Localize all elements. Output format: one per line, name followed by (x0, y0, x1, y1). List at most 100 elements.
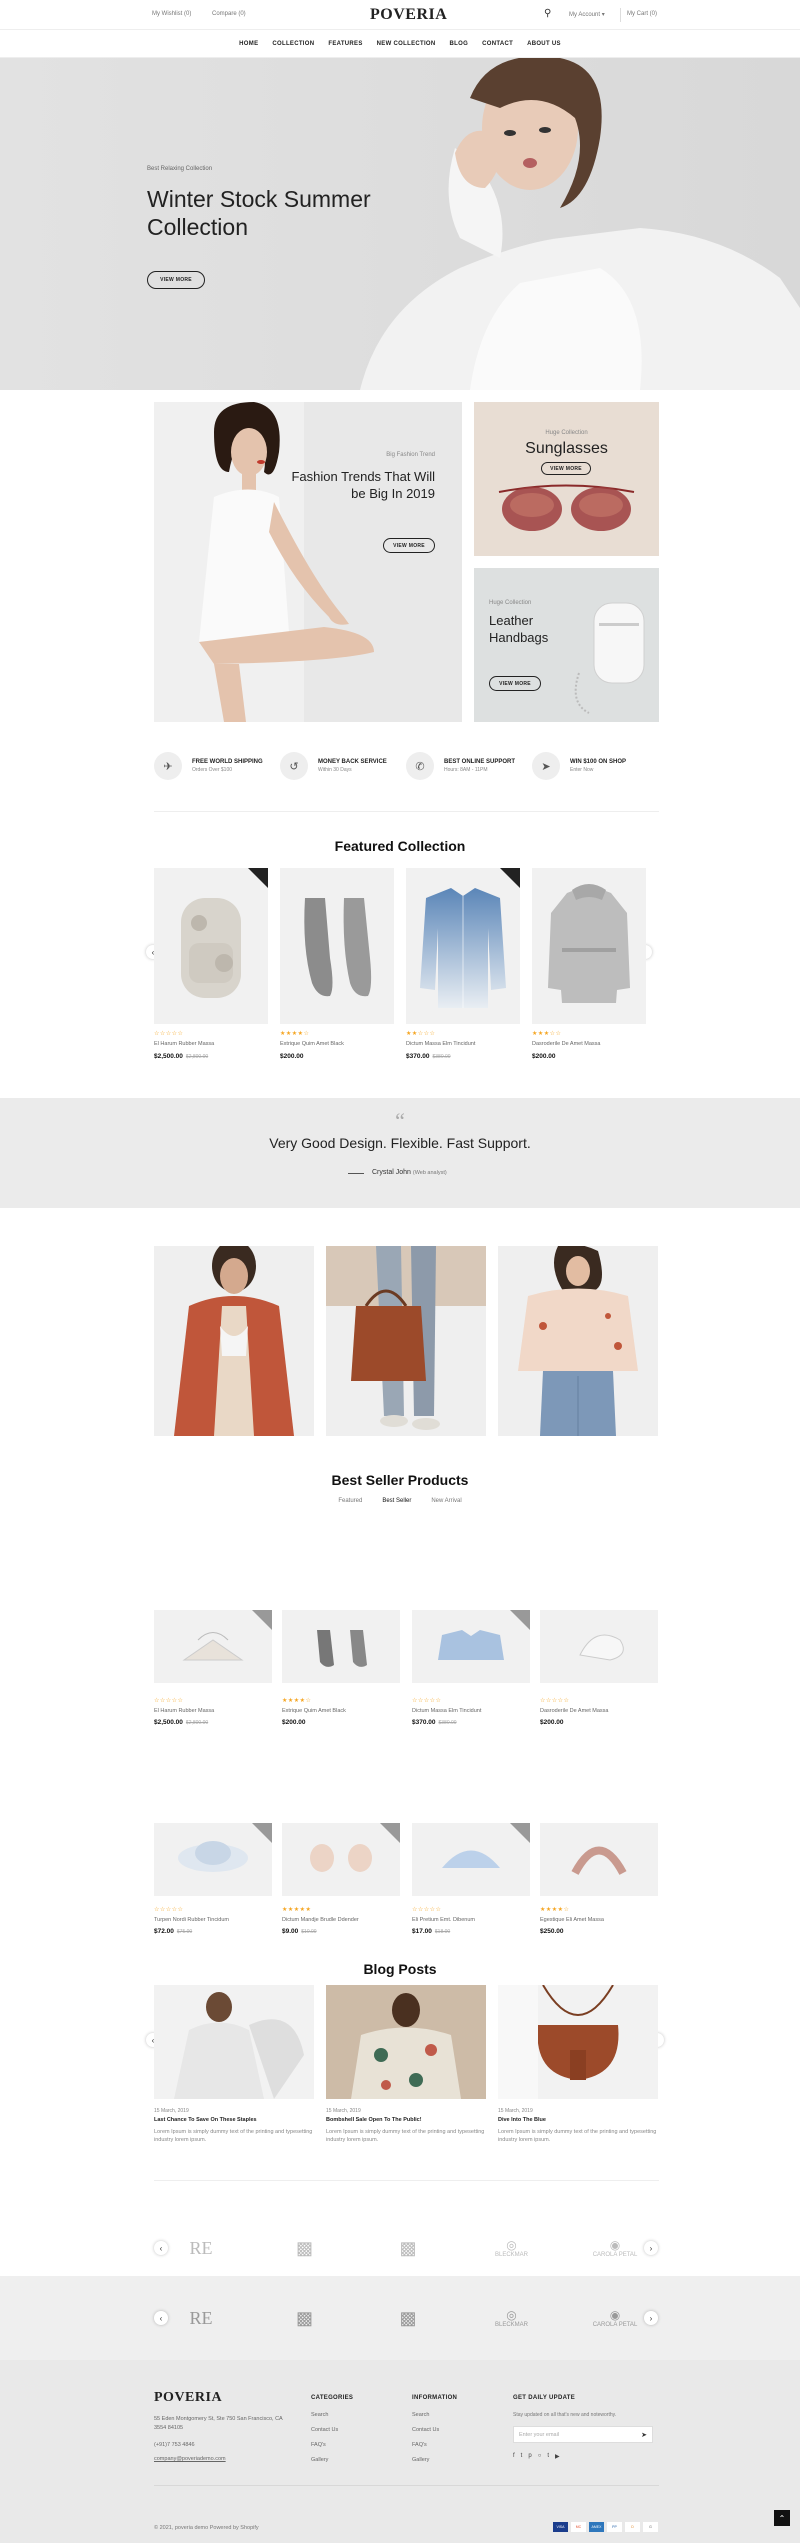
product-name[interactable]: El Harum Rubber Massa (154, 1708, 214, 1714)
blog-image[interactable] (154, 1985, 314, 2099)
brands-prev-arrow[interactable]: ‹ (154, 2241, 168, 2255)
nav-about-us[interactable]: ABOUT US (527, 41, 561, 47)
product-card[interactable] (412, 1610, 530, 1683)
feature-item: ➤ WIN $100 ON SHOP Enter Now (532, 752, 626, 780)
product-name[interactable]: Dictum Massa Elm Tincidunt (412, 1708, 481, 1714)
blog-post-title[interactable]: Dive Into The Blue (498, 2117, 546, 2123)
footer-link[interactable]: Search (311, 2408, 338, 2423)
product-card[interactable] (154, 868, 268, 1024)
product-name[interactable]: Eli Pretium Emt. Dibenum (412, 1917, 475, 1923)
product-name[interactable]: Extrique Quim Amet Black (280, 1041, 344, 1047)
instagram-icon[interactable]: ○ (538, 2453, 542, 2460)
brand-logo[interactable]: ▩ (385, 2228, 431, 2268)
product-name[interactable]: Extrique Quim Amet Black (282, 1708, 346, 1714)
compare-link[interactable]: Compare (0) (212, 11, 246, 17)
product-card[interactable] (412, 1823, 530, 1896)
cart-link[interactable]: My Cart (0) (627, 11, 657, 17)
product-name[interactable]: Turpen Nordi Rubber Tincidum (154, 1917, 229, 1923)
brands-next-arrow[interactable]: › (644, 2241, 658, 2255)
banner-sunglasses-title: Sunglasses (525, 440, 608, 457)
banner-sunglasses-view-more-button[interactable]: VIEW MORE (541, 462, 591, 475)
wishlist-link[interactable]: My Wishlist (0) (152, 11, 191, 17)
lookbook-image[interactable] (154, 1246, 314, 1436)
brand-logo[interactable]: RE (178, 2228, 224, 2268)
banner-fashion-trends[interactable]: Big Fashion Trend Fashion Trends That Wi… (154, 402, 462, 722)
brands-prev-arrow[interactable]: ‹ (154, 2311, 168, 2325)
footer-link[interactable]: Contact Us (311, 2423, 338, 2438)
nav-home[interactable]: HOME (239, 41, 258, 47)
youtube-icon[interactable]: ▶ (555, 2453, 560, 2460)
footer-link[interactable]: Search (412, 2408, 439, 2423)
footer-link[interactable]: Gallery (412, 2453, 439, 2468)
footer-link[interactable]: FAQ's (412, 2438, 439, 2453)
product-card[interactable] (540, 1610, 658, 1683)
blog-post-title[interactable]: Bombshell Sale Open To The Public! (326, 2117, 422, 2123)
footer-link[interactable]: FAQ's (311, 2438, 338, 2453)
lookbook-image[interactable] (326, 1246, 486, 1436)
blog-image[interactable] (326, 1985, 486, 2099)
product-price: $250.00 (540, 1928, 564, 1935)
sale-badge (380, 1823, 400, 1843)
pinterest-icon[interactable]: p (528, 2453, 531, 2460)
product-name[interactable]: Dasroderile De Amet Massa (540, 1708, 608, 1714)
brand-name: BLECKMAR (494, 2252, 528, 2258)
blog-post-title[interactable]: Last Chance To Save On These Staples (154, 2117, 257, 2123)
brand-logo[interactable]: RE (178, 2298, 224, 2338)
product-card[interactable] (154, 1823, 272, 1896)
brands-next-arrow[interactable]: › (644, 2311, 658, 2325)
rating-stars: ★★☆☆☆ (406, 1031, 436, 1037)
tab-featured[interactable]: Featured (338, 1498, 362, 1504)
back-to-top-button[interactable]: ⌃ (774, 2510, 790, 2526)
product-card[interactable] (154, 1610, 272, 1683)
tumblr-icon[interactable]: t (547, 2453, 549, 2460)
nav-contact[interactable]: CONTACT (482, 41, 513, 47)
twitter-icon[interactable]: t (521, 2453, 523, 2460)
tab-new-arrival[interactable]: New Arrival (431, 1498, 461, 1504)
lookbook-image[interactable] (498, 1246, 658, 1436)
brand-logo[interactable]: ◎ BLECKMAR (489, 2228, 535, 2268)
product-name[interactable]: Dictum Mandje Brudle Ddender (282, 1917, 359, 1923)
product-card[interactable] (282, 1610, 400, 1683)
product-card[interactable] (532, 868, 646, 1024)
account-label: My Account (569, 12, 601, 18)
newsletter-email-field[interactable]: Enter your email ➤ (513, 2426, 653, 2443)
nav-collection[interactable]: COLLECTION (272, 41, 314, 47)
product-name[interactable]: El Harum Rubber Massa (154, 1041, 214, 1047)
product-name[interactable]: Dasroderile De Amet Massa (532, 1041, 600, 1047)
banner-handbags-view-more-button[interactable]: VIEW MORE (489, 676, 541, 691)
nav-blog[interactable]: BLOG (450, 41, 469, 47)
brand-logo[interactable]: ▩ (282, 2228, 328, 2268)
nav-new-collection[interactable]: NEW COLLECTION (377, 41, 436, 47)
brand-logo[interactable]: ◉ CAROLA PETAL (592, 2298, 638, 2338)
facebook-icon[interactable]: f (513, 2453, 515, 2460)
product-card[interactable] (282, 1823, 400, 1896)
footer-link[interactable]: Contact Us (412, 2423, 439, 2438)
brand-logo[interactable]: ▩ (385, 2298, 431, 2338)
banner-sunglasses[interactable]: Huge Collection Sunglasses VIEW MORE (474, 402, 659, 556)
banner-leather-handbags[interactable]: Huge Collection Leather Handbags VIEW MO… (474, 568, 659, 722)
brand-logo[interactable]: ▩ (282, 2298, 328, 2338)
footer-col1-title: CATEGORIES (311, 2395, 354, 2401)
tab-best-seller[interactable]: Best Seller (382, 1498, 411, 1504)
rocket-icon: ➤ (532, 752, 560, 780)
product-card[interactable] (406, 868, 520, 1024)
brand-logo[interactable]: ◉ CAROLA PETAL (592, 2228, 638, 2268)
blog-image[interactable] (498, 1985, 658, 2099)
search-icon[interactable]: ⚲ (544, 8, 551, 19)
product-price: $17.00 $18.00 (412, 1928, 450, 1935)
send-icon[interactable]: ➤ (641, 2431, 647, 2439)
nav-features[interactable]: FEATURES (328, 41, 362, 47)
product-name[interactable]: Egestique Eli Amet Massa (540, 1917, 604, 1923)
hero-view-more-button[interactable]: VIEW MORE (147, 271, 205, 289)
footer-email[interactable]: company@poveriademo.com (154, 2456, 226, 2462)
account-menu[interactable]: My Account ▾ (569, 11, 605, 18)
site-logo[interactable]: POVERIA (370, 6, 447, 24)
author-name: Crystal John (372, 1169, 411, 1176)
product-card[interactable] (280, 868, 394, 1024)
brand-logo[interactable]: ◎ BLECKMAR (489, 2298, 535, 2338)
product-name[interactable]: Dictum Massa Elm Tincidunt (406, 1041, 475, 1047)
footer-logo[interactable]: POVERIA (154, 2390, 222, 2406)
banner-left-view-more-button[interactable]: VIEW MORE (383, 538, 435, 553)
footer-link[interactable]: Gallery (311, 2453, 338, 2468)
product-card[interactable] (540, 1823, 658, 1896)
